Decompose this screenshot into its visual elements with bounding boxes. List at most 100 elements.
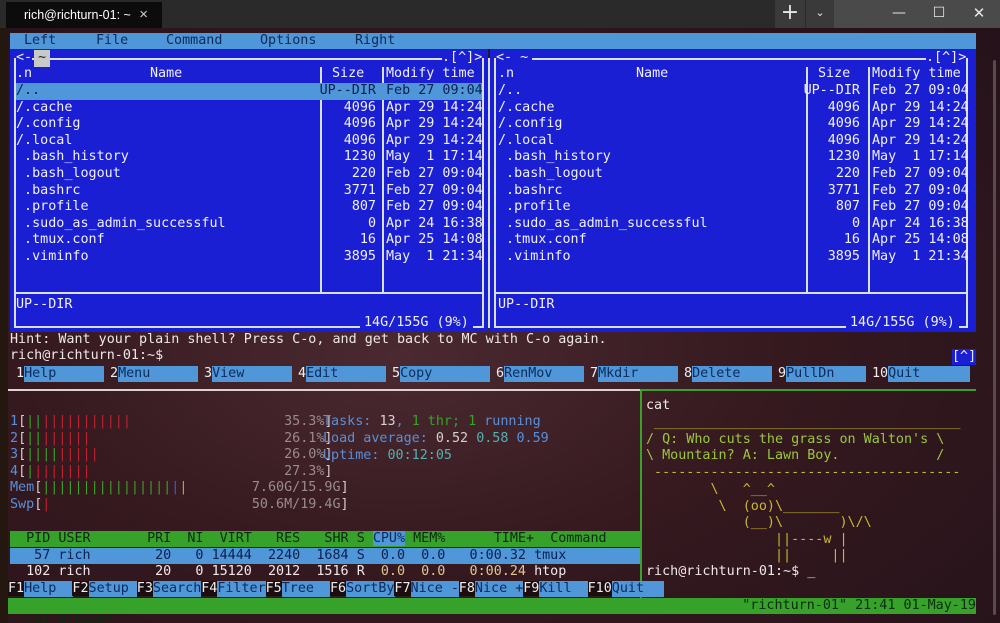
chevron-down-icon[interactable]: ⌄ xyxy=(806,0,834,28)
menu-right[interactable]: Right xyxy=(355,33,395,49)
fkey-number: 3 xyxy=(204,366,213,381)
file-row[interactable]: .viminfo 3895 May 1 21:34 xyxy=(16,249,483,266)
panel-path[interactable]: ~ xyxy=(34,50,51,67)
file-row[interactable]: .tmux.conf 16 Apr 25 14:08 xyxy=(16,232,483,249)
fkey-quit[interactable]: 10Quit xyxy=(872,366,976,382)
process-row[interactable]: 57 rich 20 0 14444 2240 1684 S 0.0 0.0 0… xyxy=(10,548,640,564)
process-virt: 15120 xyxy=(211,564,260,579)
menu-file[interactable]: File xyxy=(96,33,128,49)
process-res: 2240 xyxy=(259,548,309,563)
column-user[interactable]: USER xyxy=(58,531,147,546)
file-row[interactable]: .bash_logout 220 Feb 27 09:04 xyxy=(496,166,969,183)
column-time[interactable]: TIME+ xyxy=(470,531,551,546)
fkey-mkdir[interactable]: 7Mkdir xyxy=(590,366,684,382)
file-row[interactable]: /.local 4096 Apr 29 14:24 xyxy=(496,133,969,150)
column-ni[interactable]: NI xyxy=(179,531,211,546)
fkey-menu[interactable]: 2Menu xyxy=(110,366,204,382)
fkey-pulldn[interactable]: 9PullDn xyxy=(778,366,872,382)
htop-fkey-tree[interactable]: F5Tree xyxy=(265,581,331,597)
file-row[interactable]: /.cache 4096 Apr 29 14:24 xyxy=(496,100,969,117)
header-size[interactable]: Size xyxy=(818,66,850,83)
meter-label: 2 xyxy=(10,430,19,446)
file-row[interactable]: /.. UP--DIR Feb 27 09:04 xyxy=(496,83,969,100)
file-row[interactable]: .bashrc 3771 Feb 27 09:04 xyxy=(496,183,969,200)
htop-fkey-niceminus[interactable]: F7Nice - xyxy=(394,581,459,597)
right-file-panel[interactable]: <- ~ .[^]> .n Name Size Modify time /.. U… xyxy=(488,49,976,332)
file-row[interactable]: .bashrc 3771 Feb 27 09:04 xyxy=(16,183,483,200)
panel-corner-controls[interactable]: .[^]> xyxy=(926,50,967,67)
file-row[interactable]: .bash_history 1230 May 1 17:14 xyxy=(496,149,969,166)
header-name[interactable]: Name xyxy=(150,66,182,83)
tmux-window-list[interactable]: [0] 0:bash* xyxy=(24,614,115,623)
header-name[interactable]: Name xyxy=(636,66,668,83)
scrollbar[interactable] xyxy=(993,60,996,615)
panel-back-arrow[interactable]: <- xyxy=(16,50,33,67)
cat-pane-prompt[interactable]: rich@richturn-01:~$ _ xyxy=(646,564,815,581)
file-row[interactable]: /.config 4096 Apr 29 14:24 xyxy=(496,116,969,133)
fkey-edit[interactable]: 4Edit xyxy=(298,366,392,382)
column-pri[interactable]: PRI xyxy=(147,531,179,546)
pane-divider[interactable] xyxy=(640,389,642,598)
panel-corner-controls[interactable]: .[^]> xyxy=(442,50,483,67)
maximize-button[interactable]: ☐ xyxy=(918,0,960,28)
header-sort[interactable]: .n xyxy=(16,66,32,83)
column-s[interactable]: S xyxy=(357,531,373,546)
file-row[interactable]: /.config 4096 Apr 29 14:24 xyxy=(16,116,483,133)
htop-fkey-setup[interactable]: F2Setup xyxy=(72,581,137,597)
column-virt[interactable]: VIRT xyxy=(212,531,260,546)
file-row[interactable]: /.cache 4096 Apr 29 14:24 xyxy=(16,100,483,117)
file-row[interactable]: /.local 4096 Apr 29 14:24 xyxy=(16,133,483,150)
htop-fkey-niceplus[interactable]: F8Nice + xyxy=(458,581,524,597)
htop-fkey-quit[interactable]: F10Quit xyxy=(587,581,665,597)
left-file-panel[interactable]: <- ~ .[^]> .n Name Size Modify time /.. U… xyxy=(10,49,488,332)
htop-fkey-sortby[interactable]: F6SortBy xyxy=(330,581,395,597)
meter-label: 3 xyxy=(10,447,19,463)
column-command[interactable]: Command xyxy=(550,531,606,546)
htop-fkey-search[interactable]: F3Search xyxy=(136,581,202,597)
file-row[interactable]: .sudo_as_admin_successful 0 Apr 24 16:38 xyxy=(496,216,969,233)
fkey-copy[interactable]: 5Copy xyxy=(392,366,496,382)
mc-scroll-up-button[interactable]: [^] xyxy=(952,349,976,365)
file-row[interactable]: /.. UP--DIR Feb 27 09:04 xyxy=(16,83,483,100)
file-size: 4096 xyxy=(827,116,860,132)
column-pid[interactable]: PID xyxy=(10,531,58,546)
file-row[interactable]: .profile 807 Feb 27 09:04 xyxy=(16,199,483,216)
pane-separator-active[interactable] xyxy=(640,389,976,391)
file-row[interactable]: .sudo_as_admin_successful 0 Apr 24 16:38 xyxy=(16,216,483,233)
new-tab-button[interactable]: + xyxy=(775,0,805,28)
terminal-tab[interactable]: rich@richturn-01: ~ × xyxy=(6,2,162,28)
process-row[interactable]: 102 rich 20 0 15120 2012 1516 R 0.0 0.0 … xyxy=(10,564,640,580)
process-table-header[interactable]: PID USER PRI NI VIRT RES SHR S CPU% MEM%… xyxy=(10,531,640,547)
header-size[interactable]: Size xyxy=(332,66,364,83)
tab-close-icon[interactable]: × xyxy=(139,6,148,23)
pane-separator[interactable] xyxy=(8,389,640,391)
panel-path[interactable]: <- ~ xyxy=(496,50,533,67)
column-res[interactable]: RES xyxy=(260,531,308,546)
header-mtime[interactable]: Modify time xyxy=(386,66,475,83)
file-row[interactable]: .viminfo 3895 May 1 21:34 xyxy=(496,249,969,266)
file-row[interactable]: .bash_logout 220 Feb 27 09:04 xyxy=(16,166,483,183)
column-mem[interactable]: MEM% xyxy=(405,531,470,546)
menu-command[interactable]: Command xyxy=(166,33,222,49)
menu-options[interactable]: Options xyxy=(260,33,316,49)
file-name: .profile xyxy=(16,199,89,215)
htop-fkey-filter[interactable]: F4Filter xyxy=(201,581,266,597)
fkey-renmov[interactable]: 6RenMov xyxy=(496,366,590,382)
fkey-delete[interactable]: 8Delete xyxy=(684,366,778,382)
header-mtime[interactable]: Modify time xyxy=(872,66,961,83)
file-row[interactable]: .tmux.conf 16 Apr 25 14:08 xyxy=(496,232,969,249)
file-row[interactable]: .bash_history 1230 May 1 17:14 xyxy=(16,149,483,166)
minimize-button[interactable]: — xyxy=(878,0,920,28)
file-row[interactable]: .profile 807 Feb 27 09:04 xyxy=(496,199,969,216)
fkey-view[interactable]: 3View xyxy=(204,366,298,382)
htop-fkey-help[interactable]: F1Help xyxy=(8,581,73,597)
htop-fkey-kill[interactable]: F9Kill xyxy=(523,581,588,597)
menu-left[interactable]: Left xyxy=(24,33,56,49)
fkey-help[interactable]: 1Help xyxy=(16,366,110,382)
column-shr[interactable]: SHR xyxy=(308,531,356,546)
meter-4: 4[|||||||| 27.3%] xyxy=(10,464,332,481)
column-cpu[interactable]: CPU% xyxy=(372,531,406,546)
header-sort[interactable]: .n xyxy=(498,66,514,83)
close-window-button[interactable]: ✕ xyxy=(958,0,1000,28)
mc-shell-prompt[interactable]: rich@richturn-01:~$ xyxy=(10,348,163,365)
